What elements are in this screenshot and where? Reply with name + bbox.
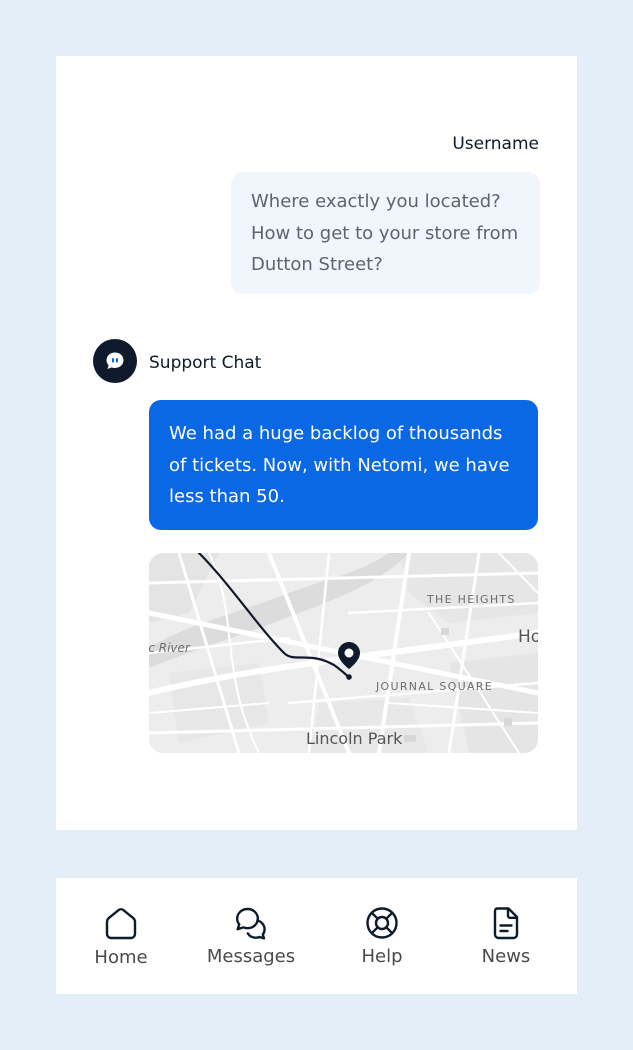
chat-panel: Username Where exactly you located? How …: [56, 56, 577, 830]
nav-item-help[interactable]: Help: [327, 878, 437, 994]
username-label: Username: [452, 134, 539, 154]
map-label-lincoln-park: Lincoln Park: [306, 729, 403, 748]
document-icon: [493, 907, 519, 940]
location-map[interactable]: THE HEIGHTS JOURNAL SQUARE ic River Linc…: [149, 553, 538, 753]
agent-avatar: [93, 339, 137, 383]
agent-message-bubble: We had a huge backlog of thousands of ti…: [149, 400, 538, 530]
nav-item-messages[interactable]: Messages: [196, 878, 306, 994]
lifebuoy-icon: [366, 907, 398, 939]
home-icon: [105, 908, 137, 940]
map-label-the-heights: THE HEIGHTS: [427, 593, 516, 606]
map-label-journal-square: JOURNAL SQUARE: [376, 680, 493, 693]
map-label-river: ic River: [149, 641, 190, 655]
map-image: [149, 553, 538, 753]
chat-bubble-icon: [106, 352, 124, 369]
nav-item-news[interactable]: News: [451, 878, 561, 994]
nav-label-messages: Messages: [206, 946, 296, 967]
agent-name-label: Support Chat: [149, 353, 262, 373]
nav-label-home: Home: [94, 947, 148, 968]
user-message-bubble: Where exactly you located? How to get to…: [231, 172, 540, 294]
messages-icon: [236, 907, 266, 940]
nav-label-help: Help: [361, 946, 403, 967]
nav-label-news: News: [481, 946, 531, 967]
bottom-navigation: Home Messages Help News: [56, 878, 577, 994]
nav-item-home[interactable]: Home: [66, 878, 176, 994]
map-label-ho: Ho: [518, 627, 538, 647]
